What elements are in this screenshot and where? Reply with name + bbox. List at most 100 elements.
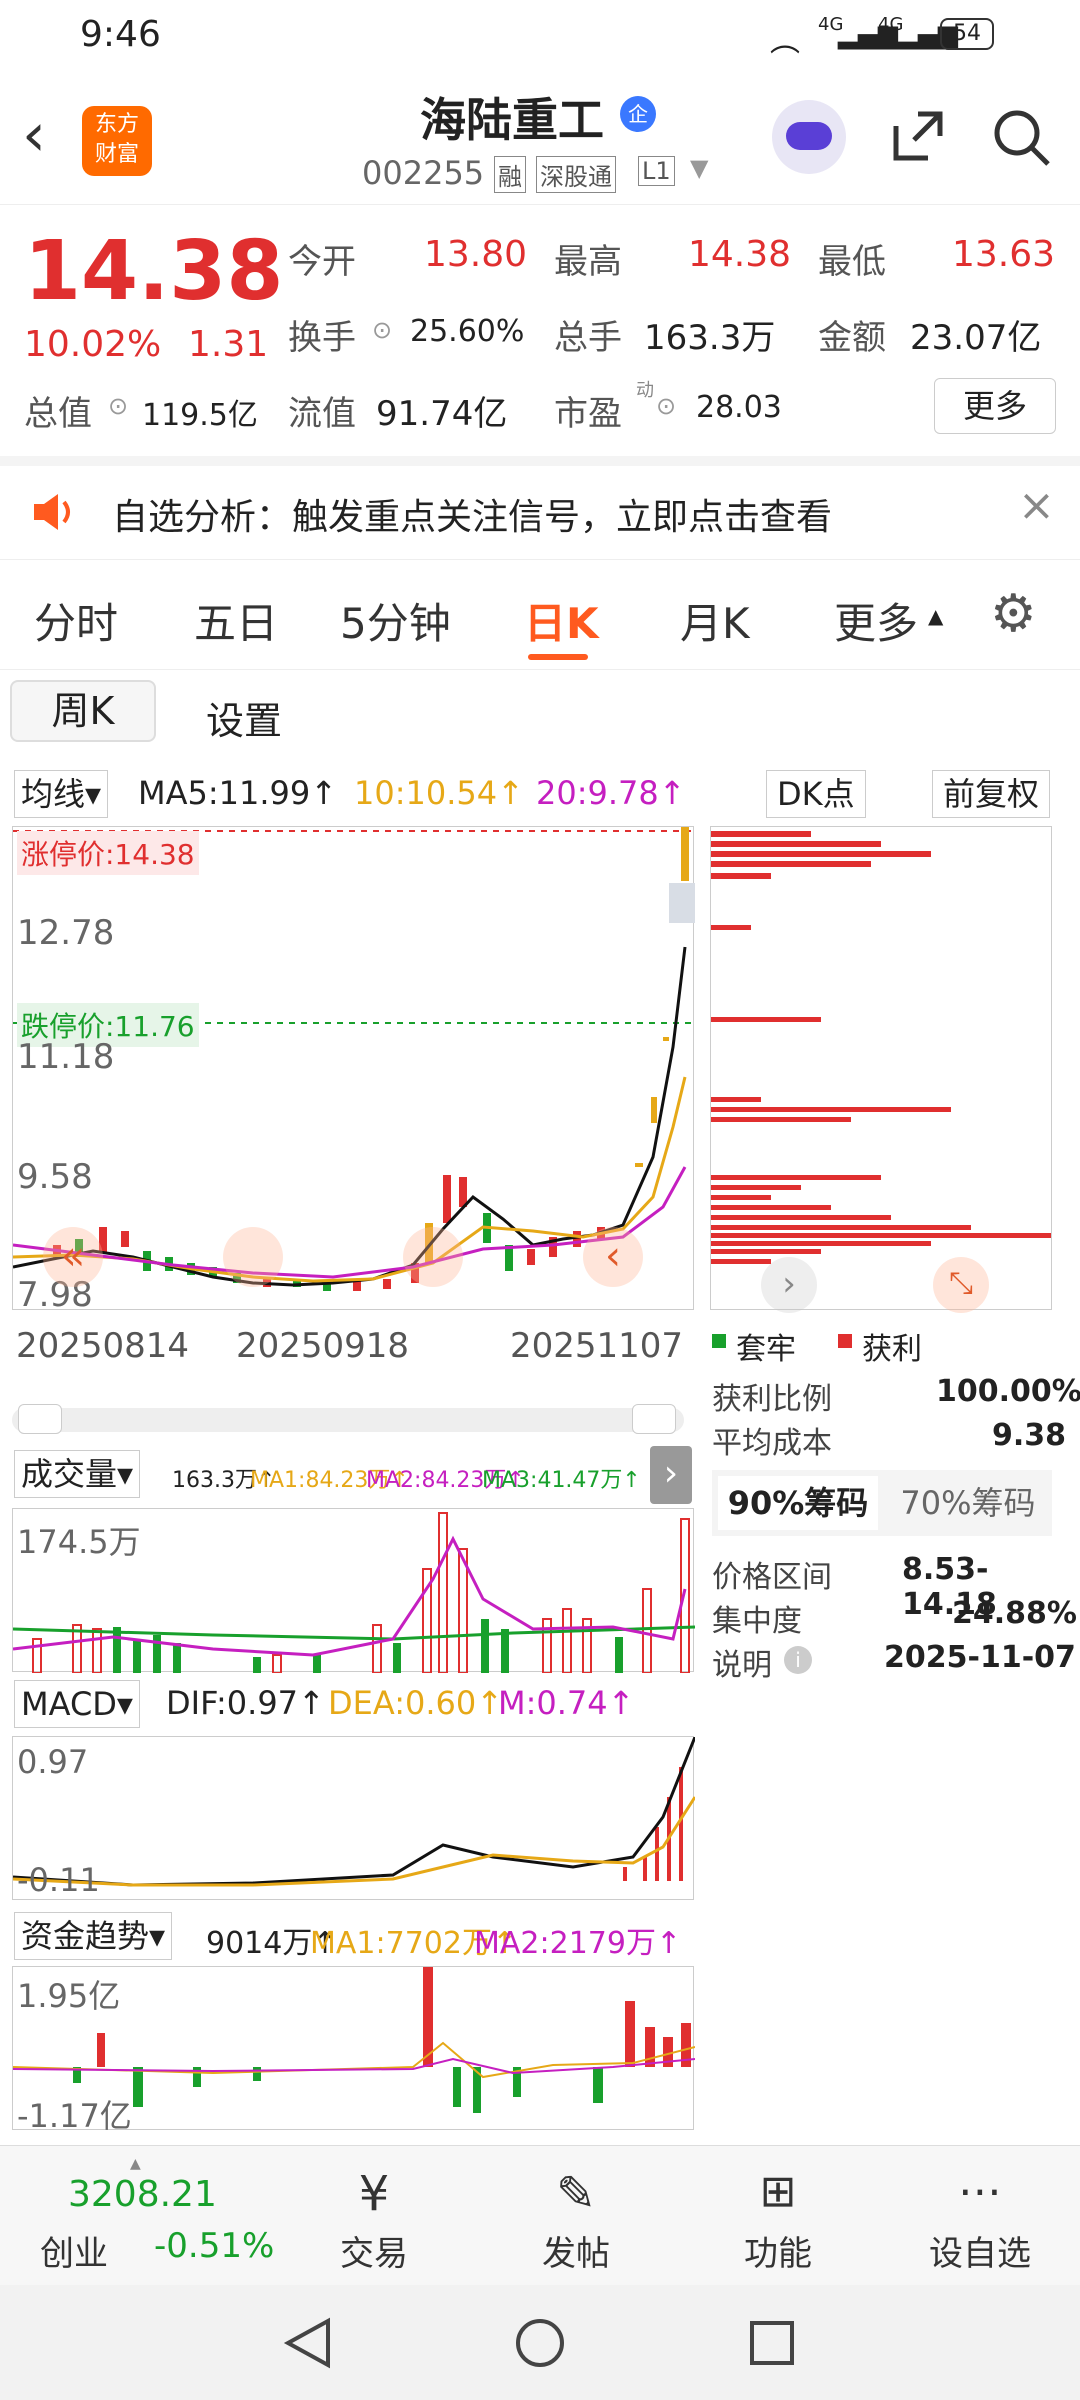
volume-chart[interactable]: 174.5万: [12, 1508, 696, 1674]
y-axis-label: 12.78: [17, 913, 115, 953]
scroll-left-fast-icon[interactable]: «: [43, 1227, 103, 1287]
tab-indicator: [528, 654, 588, 660]
expand-icon[interactable]: ⤡: [933, 1257, 989, 1313]
tag-margin: 融: [494, 156, 526, 193]
zoom-in-icon[interactable]: [403, 1227, 463, 1287]
assistant-avatar[interactable]: [772, 100, 846, 174]
chip-value: 24.88%: [952, 1596, 1077, 1631]
change-amount: 1.31: [188, 324, 269, 365]
tab-intraday[interactable]: 分时: [34, 590, 118, 651]
adjust-button[interactable]: 前复权: [932, 770, 1051, 818]
volume-ma3: MA3:41.47万↑: [482, 1468, 641, 1493]
chip-bars: [711, 831, 1051, 1264]
system-nav-bar: [0, 2285, 1080, 2400]
tag-connect: 深股通: [536, 156, 616, 193]
market-cap-label: 总值: [24, 394, 92, 434]
back-icon[interactable]: ‹: [22, 100, 46, 170]
nav-trade[interactable]: ¥ 交易: [294, 2166, 454, 2275]
fund-trend-chart[interactable]: 1.95亿 -1.17亿: [12, 1966, 696, 2135]
chip-label: 平均成本: [712, 1426, 832, 1461]
share-icon[interactable]: [888, 106, 948, 166]
macd-selector[interactable]: MACD▾: [14, 1680, 140, 1728]
index-name[interactable]: 创业: [40, 2226, 108, 2275]
gear-icon[interactable]: ⚙: [990, 584, 1037, 644]
range-handle-right[interactable]: [632, 1404, 676, 1434]
fund-trend-selector[interactable]: 资金趋势▾: [14, 1912, 173, 1960]
more-dots-icon: ⋯: [958, 2166, 1002, 2217]
tab-5min[interactable]: 5分钟: [340, 590, 451, 651]
zoom-out-icon[interactable]: [223, 1227, 283, 1287]
open-value: 13.80: [424, 234, 528, 275]
amount-value: 23.07亿: [910, 318, 1042, 358]
macd-dif: DIF:0.97↑: [166, 1684, 325, 1722]
quote-panel: 14.38 10.02% 1.31 今开 13.80 最高 14.38 最低 1…: [0, 206, 1080, 456]
macd-svg: [12, 1736, 697, 1887]
y-axis-label: 11.18: [17, 1037, 115, 1077]
low-label: 最低: [818, 242, 886, 282]
ma-selector[interactable]: 均线▾: [14, 770, 109, 818]
kline-chart[interactable]: 涨停价:14.38 12.78 跌停价:11.76 11.18 9.58 7.9…: [12, 826, 695, 1315]
range-scrollbar[interactable]: [12, 1404, 684, 1434]
tab-five-day[interactable]: 五日: [194, 590, 278, 651]
info-icon-2[interactable]: ⊙: [108, 392, 128, 420]
status-time: 9:46: [80, 14, 161, 55]
back-triangle-icon[interactable]: [280, 2315, 336, 2371]
tab-daily-k[interactable]: 日K: [524, 590, 599, 651]
chip-value: 9.38: [992, 1418, 1067, 1453]
turnover-value: 25.60%: [410, 314, 525, 349]
nav-functions[interactable]: ⊞ 功能: [698, 2166, 858, 2275]
caret-up-icon-2: ▲: [130, 2156, 141, 2172]
info-icon-4[interactable]: i: [784, 1646, 812, 1674]
info-icon[interactable]: ⊙: [372, 316, 392, 344]
macd-dea: DEA:0.60↑: [328, 1684, 504, 1722]
tab-chip-90[interactable]: 90%筹码: [718, 1476, 878, 1530]
alert-banner[interactable]: 自选分析：触发重点关注信号，立即点击查看 ×: [0, 456, 1080, 560]
caret-up-icon: ▲: [928, 604, 944, 628]
chip-next-icon[interactable]: ›: [761, 1257, 817, 1313]
high-value: 14.38: [688, 234, 792, 275]
chip-value: 100.00%: [936, 1374, 1080, 1409]
ma5-value: MA5:11.99↑: [138, 774, 338, 812]
chip-label: 获利比例: [712, 1382, 832, 1417]
home-circle-icon[interactable]: [512, 2315, 568, 2371]
close-icon[interactable]: ×: [1018, 480, 1055, 531]
index-value[interactable]: 3208.21: [68, 2174, 217, 2215]
ma10-value: 10:10.54↑: [354, 774, 524, 812]
tab-more[interactable]: 更多: [834, 590, 918, 651]
edit-icon: ✎: [555, 2166, 597, 2222]
speaker-icon: [34, 494, 70, 530]
chip-label: 集中度: [712, 1604, 802, 1639]
period-tabs: 分时 五日 5分钟 日K 月K 更多 ▲ ⚙: [0, 560, 1080, 670]
macd-chart[interactable]: 0.97 -0.11: [12, 1736, 697, 1900]
recent-apps-icon[interactable]: [744, 2315, 800, 2371]
stock-name: 海陆重工: [420, 93, 604, 147]
tab-monthly-k[interactable]: 月K: [680, 590, 750, 651]
app-logo[interactable]: 东方 财富: [82, 106, 152, 176]
dk-point-button[interactable]: DK点: [766, 770, 866, 818]
tab-chip-70[interactable]: 70%筹码: [888, 1476, 1048, 1530]
range-handle-left[interactable]: [18, 1404, 62, 1434]
settings-link[interactable]: 设置: [206, 690, 282, 745]
change-percent: 10.02%: [24, 324, 162, 365]
more-button[interactable]: 更多: [934, 378, 1056, 434]
fund-axis-bottom: -1.17亿: [17, 2097, 132, 2135]
tab-weekly-k[interactable]: 周K: [10, 680, 156, 742]
float-cap-label: 流值: [288, 394, 356, 434]
stock-header: ‹ 东方 财富 海陆重工 企 002255 融 深股通 L1 ▼: [0, 70, 1080, 205]
scroll-left-icon[interactable]: ‹: [583, 1227, 643, 1287]
chip-distribution[interactable]: › ⤡: [710, 826, 1052, 1313]
macd-axis-bottom: -0.11: [17, 1861, 100, 1899]
enterprise-badge: 企: [620, 96, 656, 132]
nav-add-watchlist[interactable]: ⋯ 设自选: [900, 2166, 1060, 2275]
index-change[interactable]: -0.51%: [154, 2226, 274, 2266]
wifi-icon: ︵: [770, 24, 800, 59]
nav-post[interactable]: ✎ 发帖: [496, 2166, 656, 2275]
volume-indicator-selector[interactable]: 成交量▾: [14, 1450, 141, 1498]
pe-dynamic-mark: 动: [636, 380, 654, 401]
chevron-down-icon[interactable]: ▼: [690, 154, 708, 182]
info-icon-3[interactable]: ⊙: [656, 392, 676, 420]
search-icon[interactable]: [990, 106, 1052, 168]
chip-value: 2025-11-07: [884, 1640, 1076, 1675]
yen-icon: ¥: [358, 2166, 390, 2222]
expand-panel-icon[interactable]: ›: [650, 1446, 692, 1504]
